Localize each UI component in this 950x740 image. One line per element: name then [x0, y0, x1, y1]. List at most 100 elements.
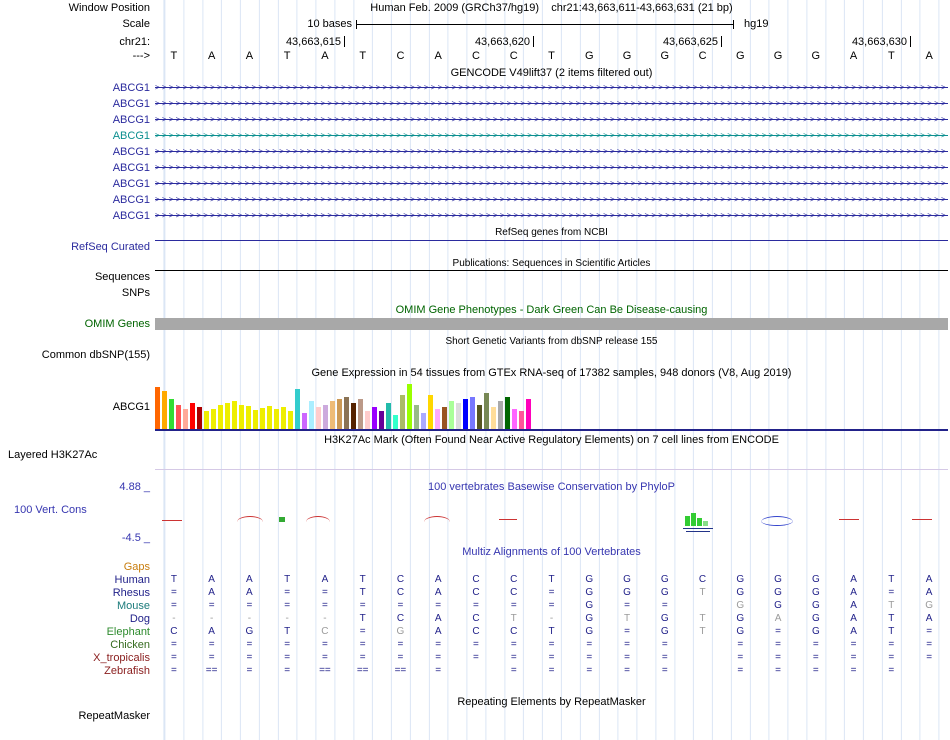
gtex-bar[interactable] — [491, 407, 496, 429]
gtex-bar[interactable] — [211, 409, 216, 429]
gtex-bar[interactable] — [435, 409, 440, 429]
conservation-mark — [697, 518, 702, 526]
gtex-bar[interactable] — [414, 405, 419, 429]
multiz-species-label[interactable]: Mouse — [117, 600, 150, 613]
gencode-transcript[interactable]: > > > > > > > > > > > > > > > > > > > > … — [155, 82, 948, 93]
gtex-bar[interactable] — [225, 403, 230, 429]
gtex-bar[interactable] — [274, 409, 279, 429]
gtex-bar[interactable] — [155, 387, 160, 429]
gencode-transcript-label[interactable]: ABCG1 — [113, 178, 150, 191]
gtex-bar[interactable] — [281, 407, 286, 429]
gtex-bar[interactable] — [421, 413, 426, 429]
gtex-bar[interactable] — [393, 415, 398, 429]
gtex-bar[interactable] — [386, 403, 391, 429]
ruler-base: A — [245, 50, 254, 62]
gtex-bar[interactable] — [253, 410, 258, 429]
gencode-transcript[interactable]: > > > > > > > > > > > > > > > > > > > > … — [155, 114, 948, 125]
gtex-bar[interactable] — [260, 408, 265, 429]
gtex-bar[interactable] — [344, 397, 349, 429]
gtex-bar[interactable] — [505, 397, 510, 429]
gencode-transcript[interactable]: > > > > > > > > > > > > > > > > > > > > … — [155, 178, 948, 189]
layered-h3k27ac-label[interactable]: Layered H3K27Ac — [8, 449, 97, 462]
vert-cons-label[interactable]: 100 Vert. Cons — [14, 504, 87, 517]
gtex-bar[interactable] — [498, 401, 503, 429]
gtex-bar[interactable] — [456, 403, 461, 429]
multiz-species-label[interactable]: Zebrafish — [104, 665, 150, 678]
gtex-bar[interactable] — [470, 397, 475, 429]
common-dbsnp-label[interactable]: Common dbSNP(155) — [42, 349, 150, 362]
gtex-bar[interactable] — [477, 405, 482, 429]
snps-label[interactable]: SNPs — [122, 287, 150, 300]
gencode-transcript-label[interactable]: ABCG1 — [113, 82, 150, 95]
sequences-label[interactable]: Sequences — [95, 271, 150, 284]
multiz-species-label[interactable]: Elephant — [107, 626, 150, 639]
gtex-bar[interactable] — [169, 399, 174, 429]
gtex-bar[interactable] — [288, 411, 293, 429]
gtex-bar[interactable] — [323, 405, 328, 429]
gtex-bar[interactable] — [449, 401, 454, 429]
gtex-bar[interactable] — [316, 407, 321, 429]
gtex-bar[interactable] — [512, 409, 517, 429]
gtex-bar[interactable] — [400, 395, 405, 429]
gtex-bar[interactable] — [428, 395, 433, 429]
gencode-transcript-label[interactable]: ABCG1 — [113, 130, 150, 143]
multiz-species-label[interactable]: Dog — [130, 613, 150, 626]
gencode-transcript[interactable]: > > > > > > > > > > > > > > > > > > > > … — [155, 162, 948, 173]
gtex-bar[interactable] — [484, 393, 489, 429]
refseq-gene-feature[interactable] — [155, 240, 948, 241]
gtex-bar[interactable] — [330, 401, 335, 429]
gtex-bar[interactable] — [351, 403, 356, 429]
gencode-transcript-label[interactable]: ABCG1 — [113, 162, 150, 175]
gtex-bar[interactable] — [197, 407, 202, 429]
gtex-bar[interactable] — [442, 407, 447, 429]
gtex-bar[interactable] — [365, 411, 370, 429]
gtex-bar[interactable] — [358, 399, 363, 429]
gtex-bar[interactable] — [372, 407, 377, 429]
gtex-bar[interactable] — [190, 403, 195, 429]
gencode-transcript[interactable]: > > > > > > > > > > > > > > > > > > > > … — [155, 130, 948, 141]
gtex-bar[interactable] — [337, 399, 342, 429]
gtex-bar[interactable] — [232, 401, 237, 429]
gtex-bar[interactable] — [162, 391, 167, 429]
gencode-transcript[interactable]: > > > > > > > > > > > > > > > > > > > > … — [155, 146, 948, 157]
multiz-species-label[interactable]: Gaps — [124, 561, 150, 574]
multiz-species-label[interactable]: X_tropicalis — [93, 652, 150, 665]
gencode-transcript-label[interactable]: ABCG1 — [113, 210, 150, 223]
omim-genes-bar[interactable] — [155, 318, 948, 330]
gtex-bar[interactable] — [379, 411, 384, 429]
repeatmasker-label[interactable]: RepeatMasker — [78, 710, 150, 723]
gtex-bar[interactable] — [295, 389, 300, 429]
omim-genes-label[interactable]: OMIM Genes — [85, 318, 150, 331]
gtex-bar[interactable] — [267, 406, 272, 429]
gtex-bar[interactable] — [519, 411, 524, 429]
gtex-gene-label[interactable]: ABCG1 — [113, 401, 150, 414]
multiz-base: = — [586, 652, 593, 663]
gencode-transcript-label[interactable]: ABCG1 — [113, 98, 150, 111]
gtex-bar[interactable] — [407, 384, 412, 429]
gtex-bar[interactable] — [204, 411, 209, 429]
gencode-transcript[interactable]: > > > > > > > > > > > > > > > > > > > > … — [155, 98, 948, 109]
gtex-bar[interactable] — [463, 399, 468, 429]
phylop-title: 100 vertebrates Basewise Conservation by… — [427, 481, 676, 493]
gtex-bar[interactable] — [302, 413, 307, 429]
publications-feature[interactable] — [155, 270, 948, 271]
gtex-bar[interactable] — [176, 405, 181, 429]
ruler-base: G — [584, 50, 594, 62]
refseq-curated-label[interactable]: RefSeq Curated — [71, 241, 150, 254]
multiz-species-label[interactable]: Chicken — [110, 639, 150, 652]
gencode-transcript-label[interactable]: ABCG1 — [113, 146, 150, 159]
gencode-transcript-label[interactable]: ABCG1 — [113, 114, 150, 127]
multiz-species-label[interactable]: Human — [115, 574, 150, 587]
gtex-bar[interactable] — [183, 409, 188, 429]
gencode-transcript[interactable]: > > > > > > > > > > > > > > > > > > > > … — [155, 210, 948, 221]
gencode-transcript[interactable]: > > > > > > > > > > > > > > > > > > > > … — [155, 194, 948, 205]
multiz-base: = — [661, 652, 668, 663]
gtex-bar[interactable] — [526, 399, 531, 429]
gtex-bar[interactable] — [218, 405, 223, 429]
gtex-bar[interactable] — [246, 406, 251, 429]
gencode-transcript-label[interactable]: ABCG1 — [113, 194, 150, 207]
gtex-bar[interactable] — [309, 401, 314, 429]
gtex-bar[interactable] — [239, 405, 244, 429]
multiz-base: = — [322, 587, 328, 598]
multiz-species-label[interactable]: Rhesus — [113, 587, 150, 600]
